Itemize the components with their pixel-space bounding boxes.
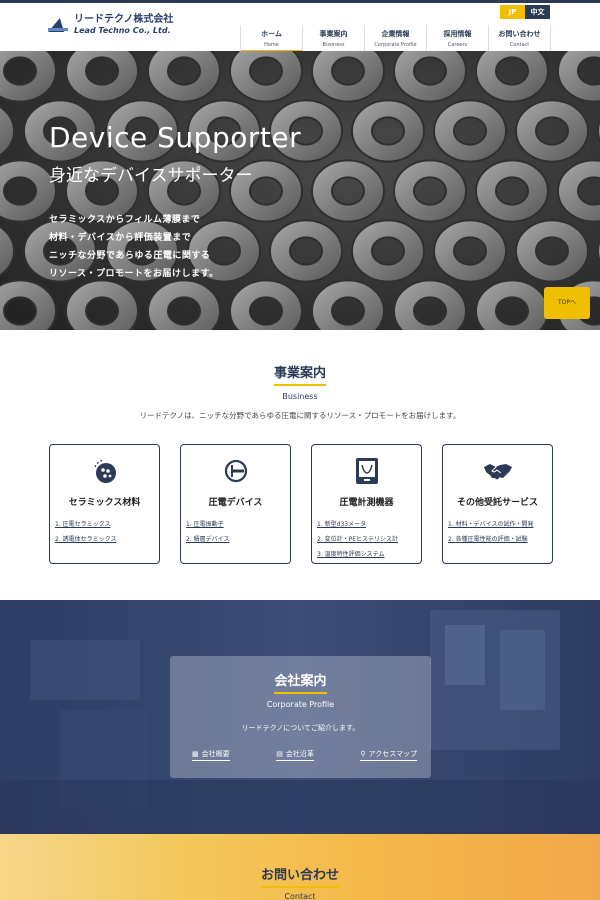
company-history-link[interactable]: ▤ 会社沿革 — [276, 749, 314, 761]
company-logo[interactable]: リードテクノ株式会社 Lead Techno Co., Ltd. — [48, 15, 173, 35]
device-icon — [224, 459, 247, 483]
nav-contact-sublabel: Contact — [509, 42, 530, 48]
contact-heading: お問い合わせ Contact — [0, 864, 600, 900]
business-card-ceramics[interactable]: セラミックス材料 1. 圧電セラミックス 2. 誘電体セラミックス — [49, 444, 160, 564]
hero-copy: セラミックスからフィルム薄膜まで 材料・デバイスから評価装置まで ニッチな分野で… — [49, 211, 219, 283]
hero-copy-line: セラミックスからフィルム薄膜まで — [49, 215, 201, 225]
hero-title: Device Supporter — [49, 121, 302, 154]
logo-mark-icon — [48, 16, 70, 34]
company-title: 会社案内 — [274, 670, 327, 694]
nav-contact[interactable]: お問い合わせ Contact — [489, 25, 551, 53]
company-overview-link[interactable]: ▦ 会社概要 — [192, 749, 230, 761]
company-link-label: 会社沿革 — [285, 750, 314, 758]
business-card-measurement[interactable]: 圧電計測機器 1. 新型d33メータ 2. 変位計・PEヒステリシス計 3. 温… — [311, 444, 422, 564]
hero-subtitle: 身近なデバイスサポーター — [49, 166, 253, 186]
business-card-device[interactable]: 圧電デバイス 1. 圧電振動子 2. 積層デバイス — [180, 444, 291, 564]
nav-home[interactable]: ホーム Home — [241, 25, 303, 53]
card-link[interactable]: 2. 積層デバイス — [186, 534, 229, 543]
site-header: リードテクノ株式会社 Lead Techno Co., Ltd. JP 中文 ホ… — [0, 3, 600, 53]
business-lead: リードテクノは、ニッチな分野であらゆる圧電に関するリソース・プロモートをお届けし… — [139, 411, 461, 420]
language-switcher: JP 中文 — [500, 5, 550, 19]
business-title: 事業案内 — [273, 362, 326, 386]
nav-business[interactable]: 事業案内 Business — [303, 25, 365, 53]
card-link[interactable]: 1. 圧電振動子 — [186, 519, 229, 528]
business-card-services[interactable]: その他受託サービス 1. 材料・デバイスの試作・開発 2. 各種圧電性能の評価・… — [442, 444, 553, 564]
card-link[interactable]: 2. 各種圧電性能の評価・試験 — [448, 534, 533, 543]
company-section: 会社案内 Corporate Profile リードテクノについてご紹介します。… — [0, 600, 600, 834]
ceramic-rings-image — [0, 51, 600, 330]
main-nav: ホーム Home 事業案内 Business 企業情報 Corporate Pr… — [240, 25, 551, 53]
map-pin-icon: ⚲ — [360, 750, 366, 758]
company-panel: 会社案内 Corporate Profile リードテクノについてご紹介します。… — [170, 656, 431, 778]
contact-title: お問い合わせ — [260, 864, 339, 888]
company-link-label: アクセスマップ — [368, 750, 417, 758]
business-heading: 事業案内 Business — [0, 362, 600, 401]
card-link[interactable]: 3. 温度特性評価システム — [317, 549, 398, 558]
nav-home-label: ホーム — [261, 30, 282, 38]
card-title: その他受託サービス — [456, 498, 538, 508]
hero-banner: Device Supporter 身近なデバイスサポーター セラミックスからフィ… — [0, 51, 600, 330]
building-icon: ▦ — [192, 750, 199, 758]
nav-business-label: 事業案内 — [319, 30, 348, 38]
hero-copy-line: 材料・デバイスから評価装置まで — [49, 233, 192, 243]
nav-careers-sublabel: Careers — [447, 42, 468, 48]
business-cards: セラミックス材料 1. 圧電セラミックス 2. 誘電体セラミックス 圧電デバイス… — [49, 444, 553, 564]
nav-corporate-sublabel: Corporate Profile — [374, 42, 417, 48]
card-link[interactable]: 1. 新型d33メータ — [317, 519, 398, 528]
hero-copy-line: ニッチな分野であらゆる圧電に関する — [49, 251, 211, 261]
document-icon: ▤ — [276, 750, 283, 758]
access-map-link[interactable]: ⚲ アクセスマップ — [360, 749, 417, 761]
back-to-top-button[interactable]: TOPへ — [544, 287, 590, 319]
company-link-label: 会社概要 — [201, 750, 230, 758]
company-subtitle: Corporate Profile — [266, 700, 335, 709]
logo-name-en: Lead Techno Co., Ltd. — [74, 26, 171, 35]
company-lead: リードテクノについてご紹介します。 — [241, 724, 360, 732]
card-title: 圧電計測機器 — [339, 498, 394, 508]
card-link[interactable]: 1. 圧電セラミックス — [55, 519, 116, 528]
card-link[interactable]: 2. 変位計・PEヒステリシス計 — [317, 534, 398, 543]
business-subtitle: Business — [282, 392, 318, 401]
card-link[interactable]: 2. 誘電体セラミックス — [55, 534, 116, 543]
lang-cn-button[interactable]: 中文 — [525, 5, 550, 19]
nav-home-sublabel: Home — [264, 42, 279, 48]
nav-careers-label: 採用情報 — [443, 30, 472, 38]
nav-careers[interactable]: 採用情報 Careers — [427, 25, 489, 53]
ceramics-icon — [93, 459, 116, 483]
nav-corporate[interactable]: 企業情報 Corporate Profile — [365, 25, 427, 53]
contact-section: お問い合わせ Contact — [0, 834, 600, 900]
card-title: セラミックス材料 — [68, 498, 141, 508]
nav-contact-label: お問い合わせ — [498, 30, 541, 38]
hero-copy-line: リソース・プロモートをお届けします。 — [49, 269, 219, 279]
logo-name-jp: リードテクノ株式会社 — [74, 14, 174, 25]
nav-corporate-label: 企業情報 — [381, 30, 410, 38]
contact-subtitle: Contact — [284, 892, 316, 900]
card-title: 圧電デバイス — [208, 498, 263, 508]
measurement-icon — [355, 458, 378, 484]
card-link[interactable]: 1. 材料・デバイスの試作・開発 — [448, 519, 533, 528]
handshake-icon — [483, 464, 512, 480]
nav-business-sublabel: Business — [322, 42, 345, 48]
lang-jp-button[interactable]: JP — [500, 5, 525, 19]
